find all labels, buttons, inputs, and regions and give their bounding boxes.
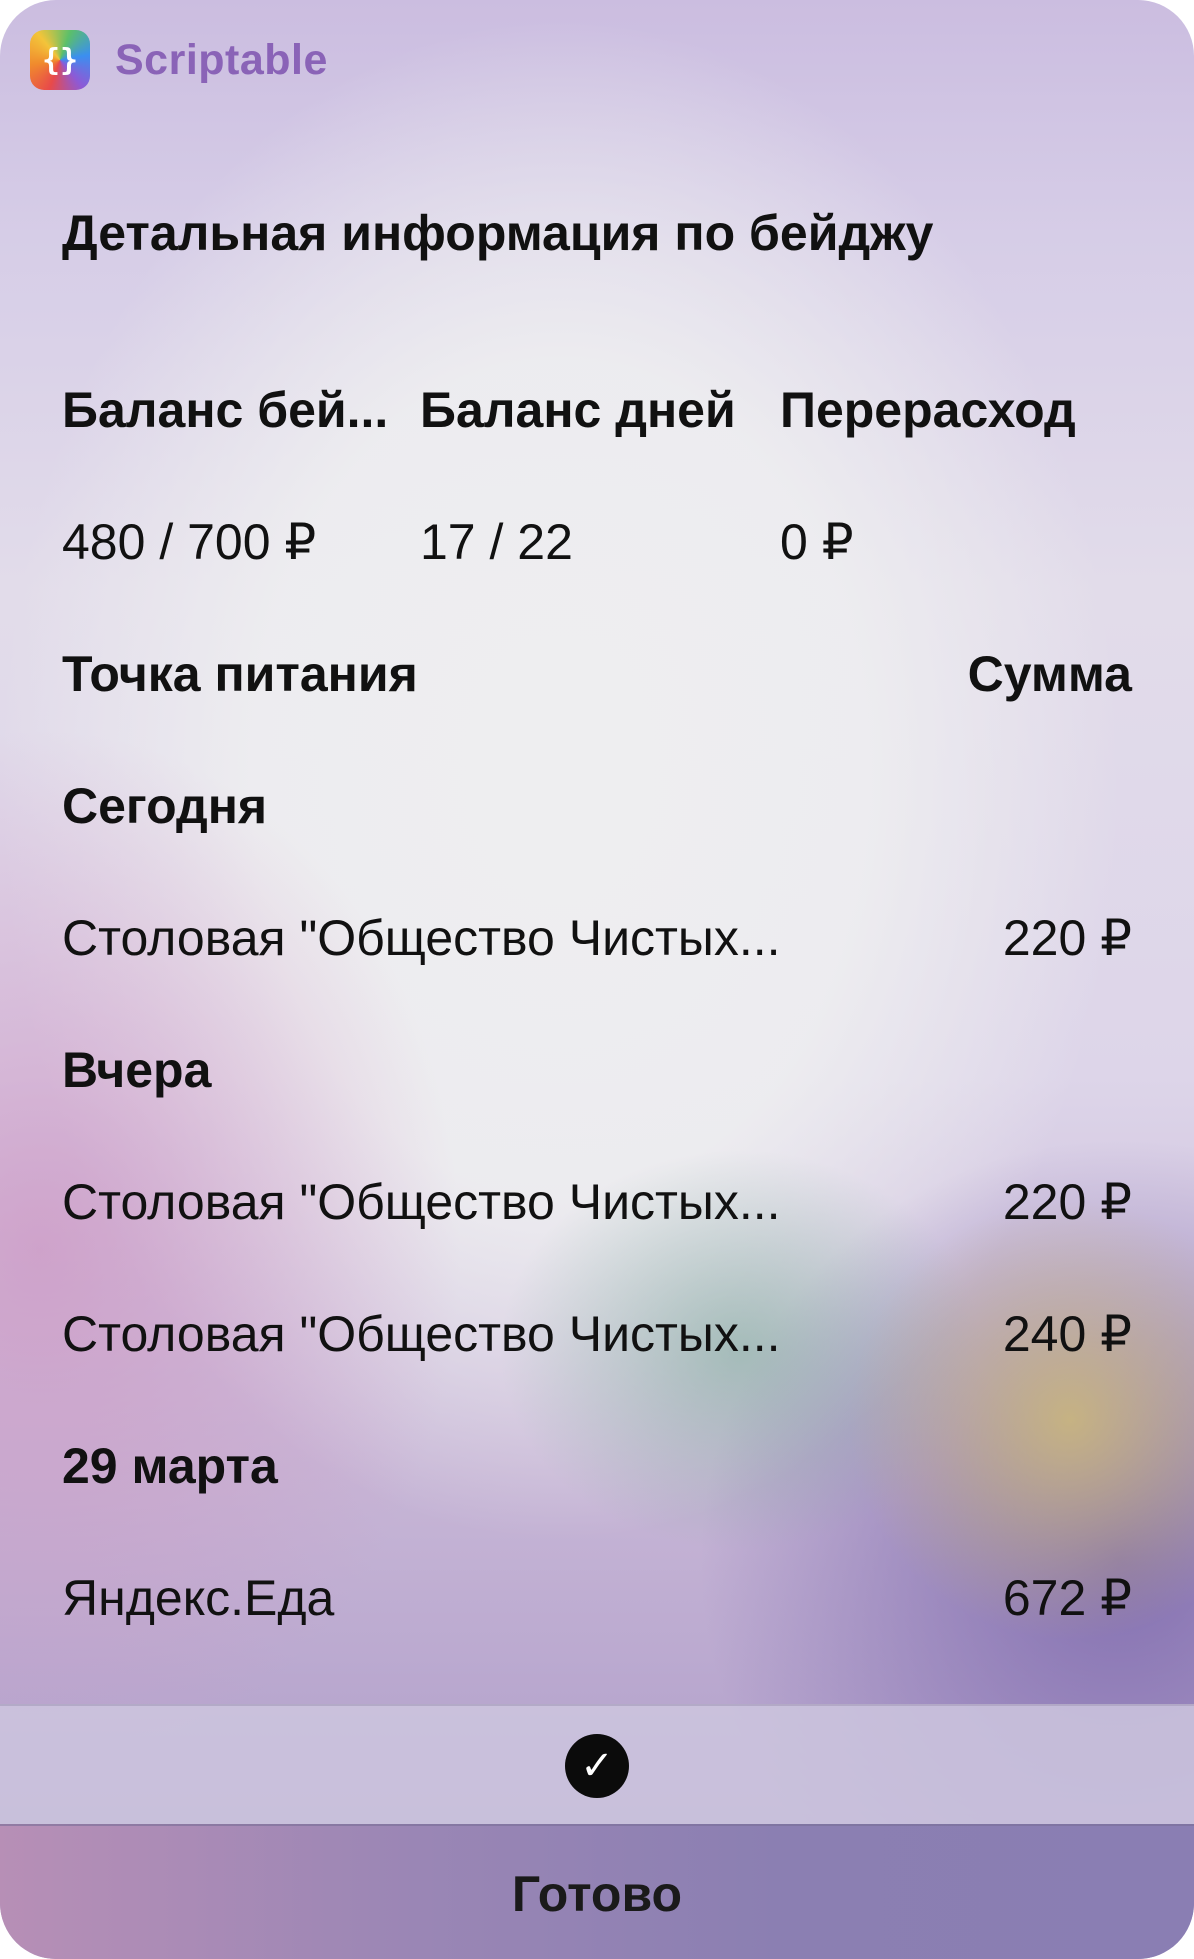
balance-days-value: 17 / 22: [420, 514, 573, 570]
balance-badge-header: Баланс бей...: [62, 382, 389, 438]
col-place-header: Точка питания: [62, 646, 418, 702]
app-header: {} Scriptable: [30, 30, 328, 90]
page-title: Детальная информация по бейджу: [62, 205, 934, 261]
list-item[interactable]: Столовая "Общество Чистых... 220 ₽: [62, 1173, 1132, 1233]
list-item[interactable]: Столовая "Общество Чистых... 240 ₽: [62, 1305, 1132, 1365]
list-item-place: Столовая "Общество Чистых...: [62, 1306, 781, 1362]
list-item-place: Яндекс.Еда: [62, 1570, 335, 1626]
table-header-row: Точка питания Сумма: [62, 645, 1132, 705]
list-item-sum: 672 ₽: [1002, 1570, 1132, 1626]
widget-card: {} Scriptable Детальная информация по бе…: [0, 0, 1194, 1959]
list-item[interactable]: Яндекс.Еда 672 ₽: [62, 1569, 1132, 1629]
summary-header-row: Баланс бей... Баланс дней Перерасход: [62, 381, 1132, 441]
overspend-header: Перерасход: [780, 382, 1076, 438]
group-date-label: Вчера: [62, 1042, 212, 1098]
balance-badge-value: 480 / 700 ₽: [62, 514, 317, 570]
list-item-sum: 220 ₽: [1002, 1174, 1132, 1230]
checkmark-circle-icon[interactable]: ✓: [565, 1734, 629, 1798]
balance-days-header: Баланс дней: [420, 382, 736, 438]
group-date-today: Сегодня: [62, 777, 1132, 837]
group-date-label: Сегодня: [62, 778, 268, 834]
summary-value-row: 480 / 700 ₽ 17 / 22 0 ₽: [62, 513, 1132, 573]
list-item-place: Столовая "Общество Чистых...: [62, 1174, 781, 1230]
overspend-value: 0 ₽: [780, 514, 854, 570]
col-sum-header: Сумма: [967, 646, 1132, 702]
action-bar: ✓: [0, 1704, 1194, 1826]
scriptable-app-icon: {}: [30, 30, 90, 90]
list-item[interactable]: Столовая "Общество Чистых... 220 ₽: [62, 909, 1132, 969]
group-date-label: 29 марта: [62, 1438, 278, 1494]
list-item-sum: 240 ₽: [1002, 1306, 1132, 1362]
app-name: Scriptable: [115, 35, 328, 84]
list-item-sum: 220 ₽: [1002, 910, 1132, 966]
done-button[interactable]: Готово: [0, 1824, 1194, 1959]
done-button-label: Готово: [511, 1865, 683, 1922]
list-item-place: Столовая "Общество Чистых...: [62, 910, 781, 966]
group-date-29-march: 29 марта: [62, 1437, 1132, 1497]
group-date-yesterday: Вчера: [62, 1041, 1132, 1101]
